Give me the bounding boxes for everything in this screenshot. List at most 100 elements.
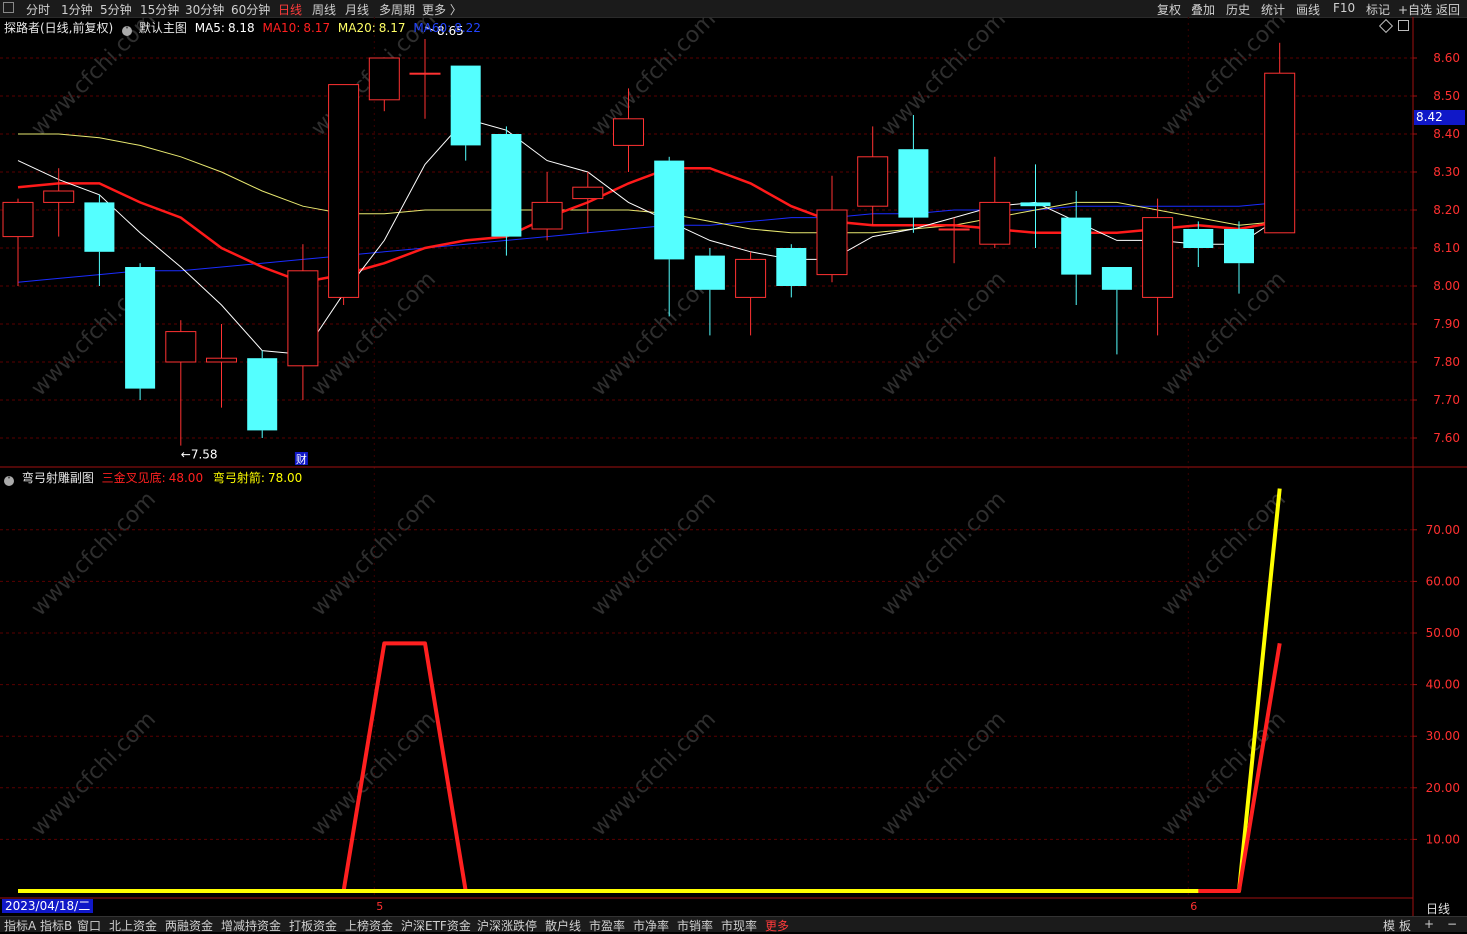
- indicator-tick-label: 70.00: [1426, 523, 1460, 537]
- tab-window[interactable]: 窗口: [77, 917, 101, 934]
- period-toolbar: 分时 1分钟 5分钟 15分钟 30分钟 60分钟 日线 周线 月线 多周期 更…: [0, 0, 1467, 18]
- price-tick-label: 7.70: [1433, 393, 1460, 407]
- candle: [2, 198, 34, 286]
- tab-indicator-b[interactable]: 指标B: [40, 917, 72, 934]
- tab-15min[interactable]: 15分钟: [140, 1, 179, 18]
- candle-body: [125, 267, 156, 389]
- sanjincha-value: 48.00: [168, 471, 204, 485]
- indicator-tick-label: 60.00: [1426, 574, 1460, 588]
- price-tick-label: 8.10: [1433, 241, 1460, 255]
- price-tick-label: 7.80: [1433, 355, 1460, 369]
- sub-title[interactable]: 弯弓射雕副图: [22, 471, 94, 485]
- candle-body: [165, 331, 197, 363]
- watermark-text: www.cfchi.com: [307, 707, 441, 841]
- tab-margin[interactable]: 两融资金: [165, 917, 213, 934]
- price-tick-label: 8.00: [1433, 279, 1460, 293]
- tab-limit-up-funds[interactable]: 打板资金: [289, 917, 337, 934]
- watermark-text: www.cfchi.com: [27, 487, 161, 621]
- mark-button[interactable]: 标记: [1366, 1, 1390, 18]
- tab-more-indicators[interactable]: 更多: [765, 917, 789, 934]
- tab-multi-period[interactable]: 多周期: [379, 1, 415, 18]
- ma20-value: 8.17: [378, 21, 406, 35]
- back-button[interactable]: 返回: [1436, 1, 1460, 18]
- add-watchlist-button[interactable]: +自选: [1398, 1, 1432, 18]
- tab-northbound[interactable]: 北上资金: [109, 917, 157, 934]
- axes: 8.60 8.50 8.40 8.30 8.20 8.10 8.00 7.90 7.80 7.70…: [0, 17, 1467, 916]
- fuquan-button[interactable]: 复权: [1157, 1, 1181, 18]
- history-button[interactable]: 历史: [1226, 1, 1250, 18]
- chart-label[interactable]: 默认主图: [139, 21, 187, 35]
- window-menu-icon[interactable]: [3, 2, 14, 13]
- tab-pe[interactable]: 市盈率: [589, 917, 625, 934]
- indicator-tick-label: 50.00: [1426, 626, 1460, 640]
- candle-body: [735, 258, 767, 298]
- indicator-tick-label: 30.00: [1426, 729, 1460, 743]
- candle: [1061, 191, 1092, 305]
- board-button[interactable]: 板: [1399, 917, 1411, 934]
- month-tick-label: 6: [1190, 900, 1197, 913]
- tab-fenshi[interactable]: 分时: [26, 1, 50, 18]
- grid-settings-icon[interactable]: [1398, 20, 1409, 31]
- candle-body: [409, 72, 441, 75]
- tab-pb[interactable]: 市净率: [633, 917, 669, 934]
- watermark-text: www.cfchi.com: [877, 707, 1011, 841]
- price-tick-label: 7.60: [1433, 431, 1460, 445]
- tab-pcf[interactable]: 市现率: [721, 917, 757, 934]
- ma5-value: 8.18: [227, 21, 255, 35]
- watermark-text: www.cfchi.com: [877, 17, 1011, 141]
- tab-weekly[interactable]: 周线: [312, 1, 336, 18]
- ma10-label: MA10:: [262, 21, 301, 35]
- ma10-value: 8.17: [303, 21, 331, 35]
- candle-body: [368, 57, 400, 101]
- tab-limit-stats[interactable]: 沪深涨跌停: [477, 917, 537, 934]
- month-tick-label: 5: [376, 900, 383, 913]
- candle-body: [1142, 217, 1174, 298]
- f10-button[interactable]: F10: [1333, 1, 1355, 15]
- watermark-text: www.cfchi.com: [1157, 707, 1291, 841]
- tab-ps[interactable]: 市销率: [677, 917, 713, 934]
- indicator-tick-label: 40.00: [1426, 678, 1460, 692]
- draw-line-button[interactable]: 画线: [1296, 1, 1320, 18]
- candle: [450, 65, 481, 161]
- candle: [735, 251, 767, 336]
- tab-more[interactable]: 更多 〉: [422, 1, 462, 18]
- zoom-out-button[interactable]: −: [1447, 917, 1457, 931]
- tab-holding-change[interactable]: 增减持资金: [221, 917, 281, 934]
- tab-5min[interactable]: 5分钟: [100, 1, 132, 18]
- kline-chart[interactable]: www.cfchi.com www.cfchi.com www.cfchi.com w…: [0, 17, 1467, 916]
- indicator-tabbar: 指标A 指标B 窗口 北上资金 两融资金 增减持资金 打板资金 上榜资金 沪深E…: [0, 916, 1467, 934]
- template-button[interactable]: 模: [1383, 917, 1395, 934]
- candle-body: [84, 202, 115, 252]
- candle-body: [938, 228, 970, 231]
- candle-body: [1101, 267, 1132, 290]
- tab-monthly[interactable]: 月线: [345, 1, 369, 18]
- overlay-button[interactable]: 叠加: [1191, 1, 1215, 18]
- tab-dragon-tiger[interactable]: 上榜资金: [345, 917, 393, 934]
- indicator-tick-label: 20.00: [1426, 781, 1460, 795]
- candle: [84, 194, 115, 286]
- watermark-text: www.cfchi.com: [877, 267, 1011, 401]
- sub-menu-icon[interactable]: ˅: [4, 476, 14, 486]
- indicator-tick-label: 10.00: [1426, 832, 1460, 846]
- low-price-label: ←7.58: [181, 448, 218, 462]
- watermark-text: www.cfchi.com: [307, 267, 441, 401]
- stats-button[interactable]: 统计: [1261, 1, 1285, 18]
- zoom-in-button[interactable]: +: [1424, 917, 1434, 931]
- tab-30min[interactable]: 30分钟: [185, 1, 224, 18]
- cai-badge-text: 财: [296, 452, 307, 466]
- candle: [43, 168, 75, 237]
- chart-menu-icon[interactable]: ˅: [122, 26, 133, 36]
- candle-body: [1264, 72, 1296, 234]
- tab-daily[interactable]: 日线: [278, 1, 302, 18]
- tab-retail-line[interactable]: 散户线: [545, 917, 581, 934]
- tab-60min[interactable]: 60分钟: [231, 1, 270, 18]
- candle-body: [857, 156, 889, 207]
- tab-1min[interactable]: 1分钟: [61, 1, 93, 18]
- date-label: 2023/04/18/二: [2, 899, 94, 913]
- tab-etf-funds[interactable]: 沪深ETF资金: [401, 917, 471, 934]
- watermark-text: www.cfchi.com: [307, 487, 441, 621]
- last-price-tag: 8.42: [1414, 110, 1465, 125]
- price-tick-label: 8.40: [1433, 127, 1460, 141]
- candle: [328, 84, 360, 305]
- tab-indicator-a[interactable]: 指标A: [4, 917, 36, 934]
